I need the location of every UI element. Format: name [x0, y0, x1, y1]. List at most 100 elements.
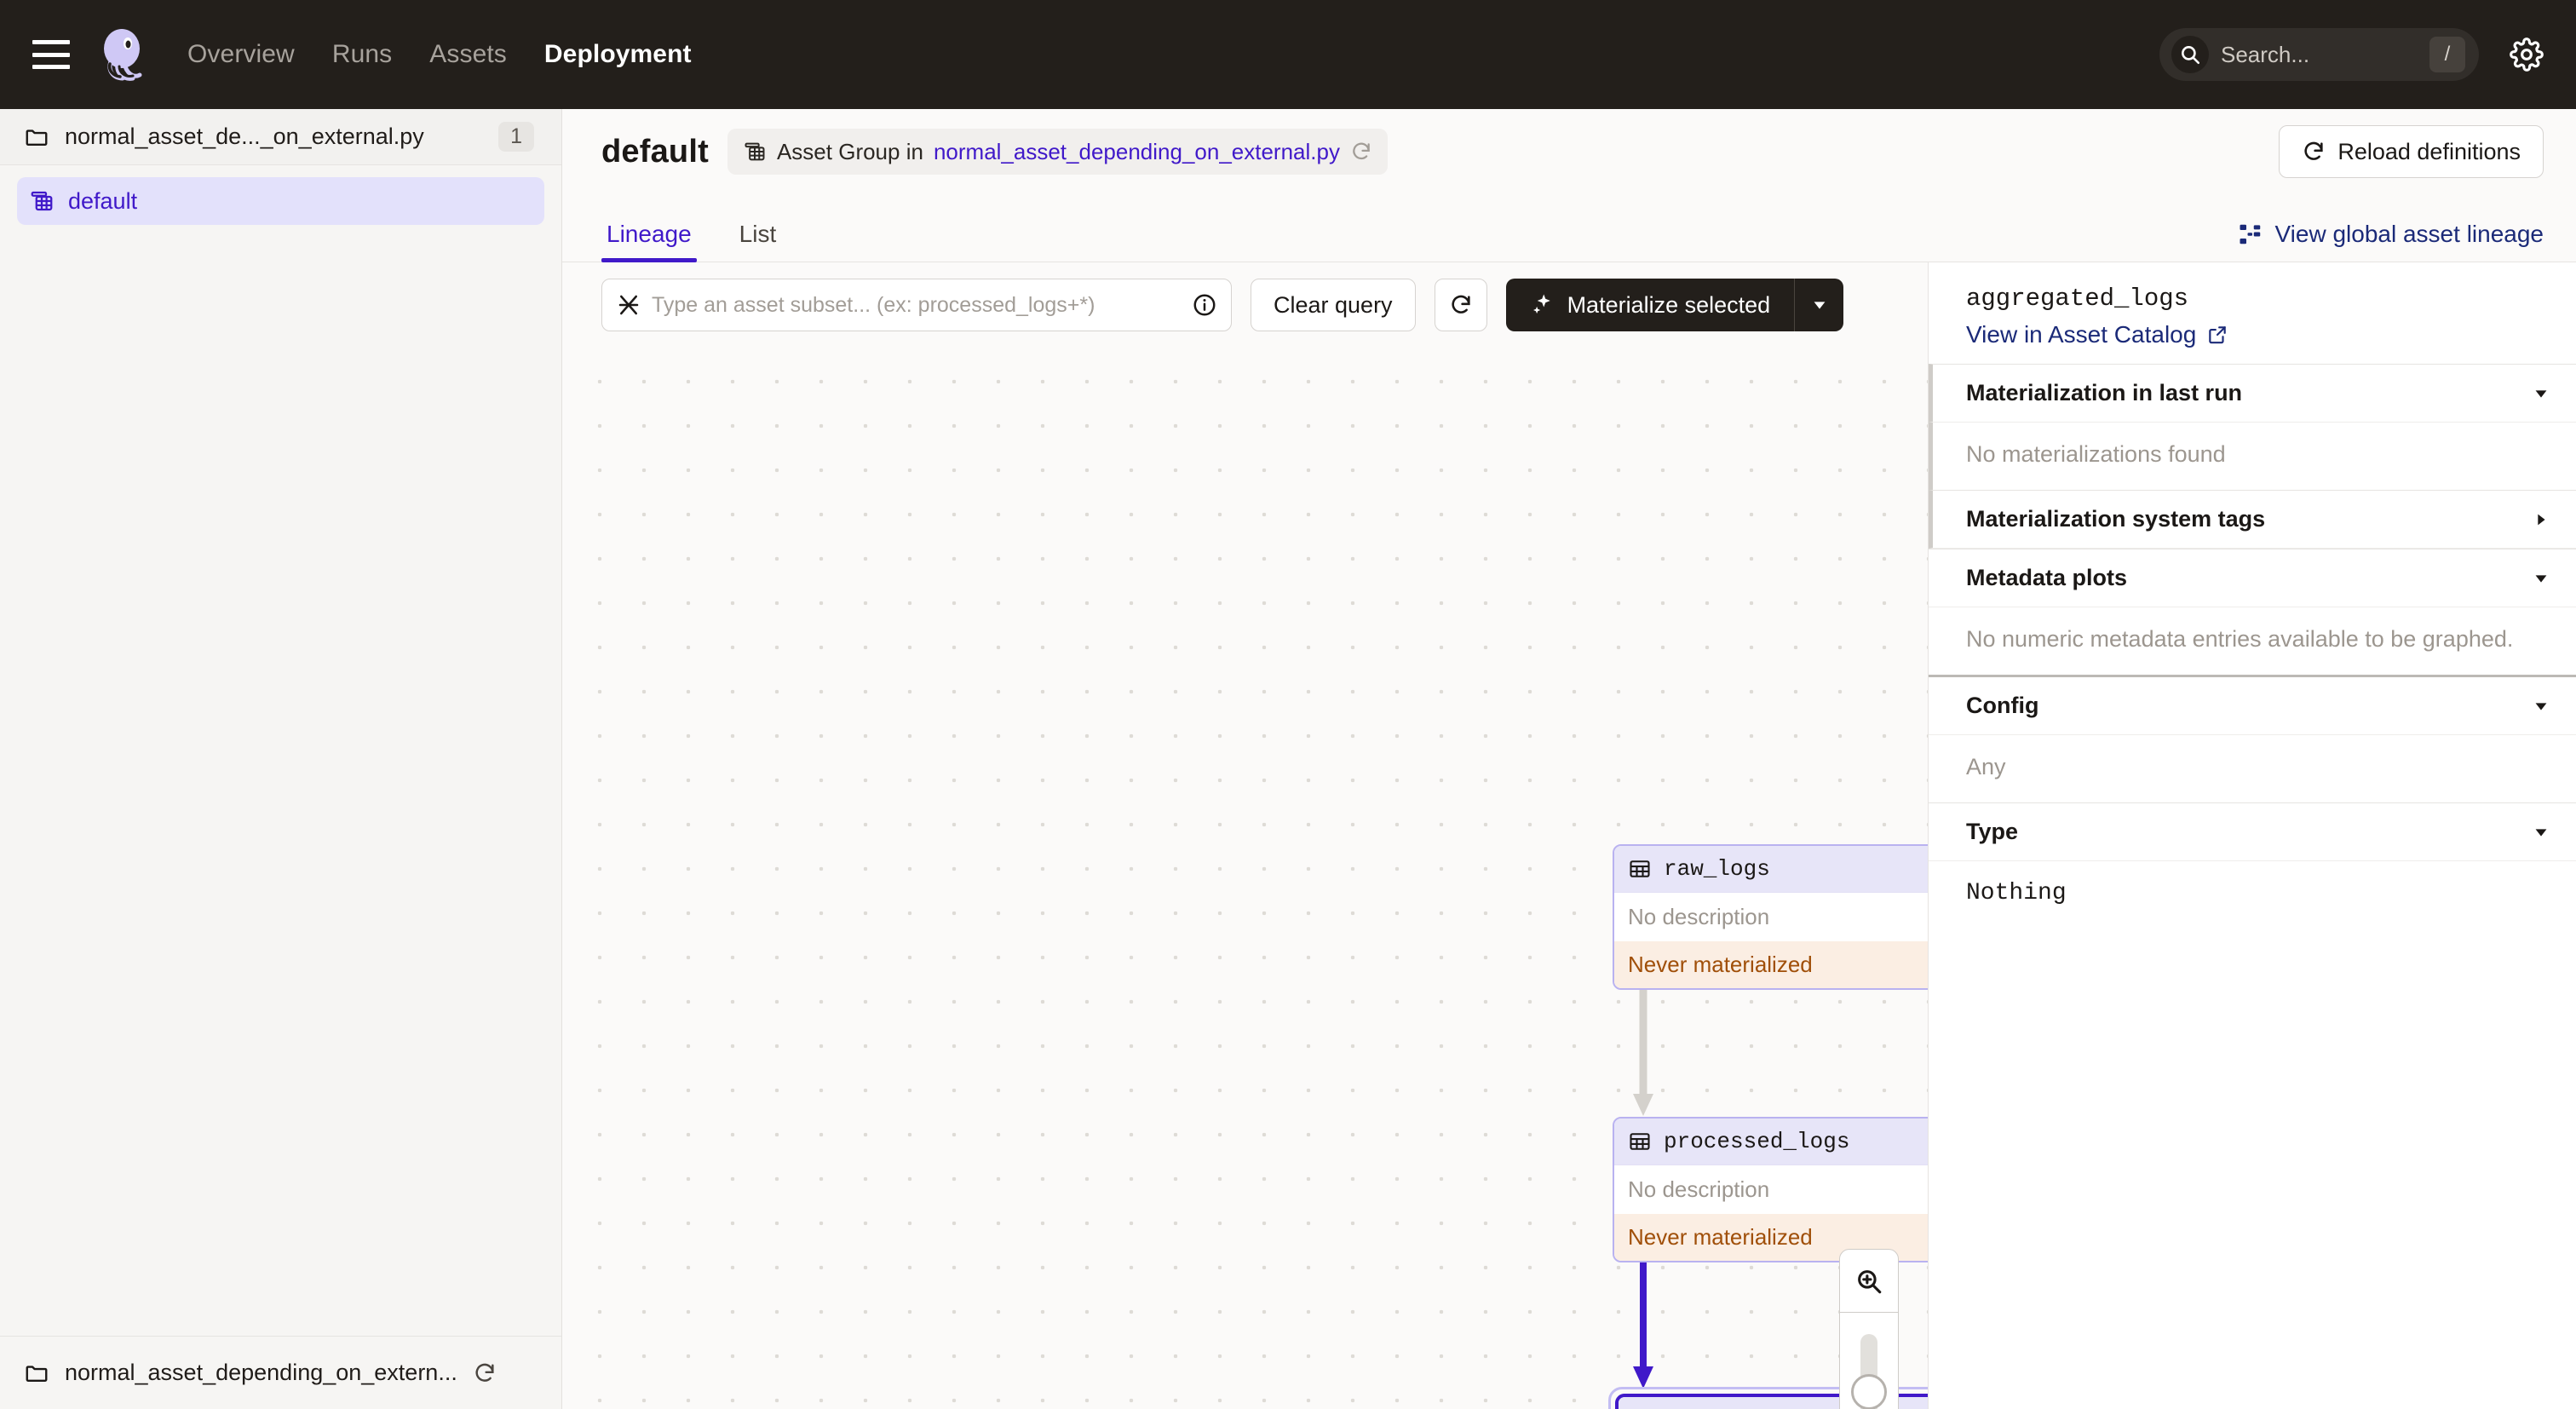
primary-nav-links: Overview Runs Assets Deployment: [187, 40, 692, 69]
sidebar-item-default-label: default: [68, 187, 138, 214]
page-header: default Asset Group in normal_asset_depe…: [562, 109, 2576, 194]
asset-table-icon: [1630, 860, 1650, 877]
nav-link-runs[interactable]: Runs: [332, 40, 392, 69]
asset-node-processed-logs[interactable]: processed_logs No description Never mate…: [1613, 1117, 1928, 1262]
asset-details-panel: aggregated_logs View in Asset Catalog Ma…: [1929, 262, 2576, 1409]
materialize-selected-label: Materialize selected: [1567, 291, 1771, 318]
type-value: Nothing: [1966, 880, 2067, 906]
materialize-selected-button[interactable]: Materialize selected: [1506, 279, 1795, 331]
section-title: Materialization in last run: [1966, 380, 2243, 405]
section-header-materialization-system-tags[interactable]: Materialization system tags: [1929, 490, 2576, 549]
lineage-edge-raw-to-processed: [1633, 988, 1653, 1116]
chevron-down-icon: [1814, 302, 1826, 309]
zoom-slider-handle[interactable]: [1851, 1374, 1887, 1409]
sidebar-repository-label: normal_asset_de..._on_external.py: [65, 124, 424, 149]
view-global-asset-lineage-link[interactable]: View global asset lineage: [2238, 221, 2544, 262]
asset-node-header: processed_logs: [1614, 1119, 1928, 1165]
chevron-down-icon: [2535, 389, 2547, 398]
nav-right-cluster: Search... /: [2159, 28, 2544, 81]
asset-selection-icon: [618, 295, 639, 315]
tab-lineage[interactable]: Lineage: [601, 221, 697, 262]
nav-link-deployment[interactable]: Deployment: [544, 40, 692, 69]
chevron-down-icon: [2535, 828, 2547, 837]
lineage-column: Type an asset subset... (ex: processed_l…: [562, 262, 1929, 1409]
view-in-asset-catalog-label: View in Asset Catalog: [1966, 321, 2197, 348]
page-title: default: [601, 133, 709, 170]
section-header-materialization-in-last-run[interactable]: Materialization in last run: [1929, 364, 2576, 423]
sparkle-icon: [1532, 294, 1550, 314]
sidebar-repository-row[interactable]: normal_asset_de..._on_external.py 1: [0, 109, 561, 165]
reload-definitions-button[interactable]: Reload definitions: [2279, 125, 2544, 178]
asset-node-name: processed_logs: [1664, 1129, 1850, 1154]
refresh-icon[interactable]: [1350, 141, 1372, 163]
materialize-options-caret[interactable]: [1794, 279, 1843, 331]
lineage-canvas[interactable]: raw_logs No description Never materializ…: [562, 348, 1928, 1409]
lineage-edge-processed-to-aggregated: [1633, 1261, 1653, 1389]
asset-group-breadcrumb: Asset Group in normal_asset_depending_on…: [727, 129, 1388, 175]
query-toolbar: Type an asset subset... (ex: processed_l…: [562, 262, 1928, 348]
chevron-down-icon: [2535, 702, 2547, 710]
asset-group-icon: [31, 191, 53, 211]
asset-details-title: aggregated_logs: [1966, 285, 2189, 313]
tab-list[interactable]: List: [734, 221, 782, 262]
chevron-right-icon: [2538, 514, 2545, 525]
materialize-button-group: Materialize selected: [1505, 279, 1844, 331]
zoom-in-icon[interactable]: [1840, 1250, 1898, 1313]
section-header-config[interactable]: Config: [1929, 677, 2576, 735]
search-icon: [2171, 36, 2209, 73]
no-numeric-metadata-text: No numeric metadata entries available to…: [1966, 626, 2514, 652]
section-body-metadata-plots: No numeric metadata entries available to…: [1929, 607, 2576, 675]
clear-query-button[interactable]: Clear query: [1251, 279, 1416, 331]
section-title: Config: [1966, 693, 2039, 718]
section-body-config: Any: [1929, 735, 2576, 802]
sidebar-footer-repository[interactable]: normal_asset_depending_on_extern...: [0, 1336, 561, 1409]
chevron-down-icon: [2535, 574, 2547, 583]
refresh-icon: [2304, 141, 2323, 160]
sidebar-repository-count: 1: [498, 122, 534, 152]
top-navigation-bar: Overview Runs Assets Deployment Search..…: [0, 0, 2576, 109]
asset-details-header: aggregated_logs View in Asset Catalog: [1929, 262, 2576, 364]
main-content: default Asset Group in normal_asset_depe…: [562, 109, 2576, 1409]
hamburger-menu-icon[interactable]: [32, 40, 70, 69]
dagster-logo-icon[interactable]: [95, 26, 153, 83]
section-title: Metadata plots: [1966, 565, 2128, 590]
app-shell: normal_asset_de..._on_external.py 1 defa…: [0, 109, 2576, 1409]
section-header-type[interactable]: Type: [1929, 802, 2576, 861]
asset-group-breadcrumb-text: Asset Group in: [776, 138, 923, 164]
zoom-controls: [1839, 1249, 1899, 1409]
search-shortcut-badge: /: [2429, 37, 2465, 72]
asset-subset-placeholder: Type an asset subset... (ex: processed_l…: [652, 292, 1095, 317]
nav-link-assets[interactable]: Assets: [429, 40, 507, 69]
refresh-icon[interactable]: [473, 1361, 497, 1385]
sidebar-footer-label: normal_asset_depending_on_extern...: [65, 1360, 457, 1385]
section-body-type: Nothing: [1929, 861, 2576, 929]
asset-node-raw-logs[interactable]: raw_logs No description Never materializ…: [1613, 844, 1928, 990]
section-title: Type: [1966, 819, 2019, 844]
search-placeholder: Search...: [2221, 41, 2310, 67]
config-value: Any: [1966, 754, 2006, 779]
asset-group-icon: [745, 142, 765, 161]
info-circle-icon[interactable]: [1192, 292, 1217, 318]
gear-icon[interactable]: [2510, 37, 2544, 72]
view-in-asset-catalog-link[interactable]: View in Asset Catalog: [1966, 321, 2547, 348]
asset-table-icon: [1630, 1133, 1650, 1150]
asset-subset-input[interactable]: Type an asset subset... (ex: processed_l…: [601, 279, 1232, 331]
refresh-graph-button[interactable]: [1434, 279, 1487, 331]
search-input[interactable]: Search... /: [2159, 28, 2479, 81]
clear-query-label: Clear query: [1274, 291, 1393, 318]
asset-node-description: No description: [1614, 893, 1928, 941]
asset-node-description: No description: [1614, 1165, 1928, 1214]
section-header-metadata-plots[interactable]: Metadata plots: [1929, 549, 2576, 607]
no-materializations-text: No materializations found: [1966, 441, 2226, 467]
view-global-asset-lineage-label: View global asset lineage: [2274, 221, 2544, 247]
reload-definitions-label: Reload definitions: [2337, 138, 2521, 164]
refresh-icon: [1451, 295, 1470, 313]
asset-group-breadcrumb-link[interactable]: normal_asset_depending_on_external.py: [934, 139, 1340, 165]
asset-node-name: raw_logs: [1664, 856, 1770, 882]
left-sidebar: normal_asset_de..._on_external.py 1 defa…: [0, 109, 562, 1409]
section-body-materialization-in-last-run: No materializations found: [1929, 423, 2576, 490]
sidebar-item-default-group[interactable]: default: [17, 177, 544, 225]
nav-link-overview[interactable]: Overview: [187, 40, 295, 69]
zoom-slider[interactable]: [1840, 1313, 1898, 1409]
lineage-graph-icon: [2240, 224, 2260, 244]
